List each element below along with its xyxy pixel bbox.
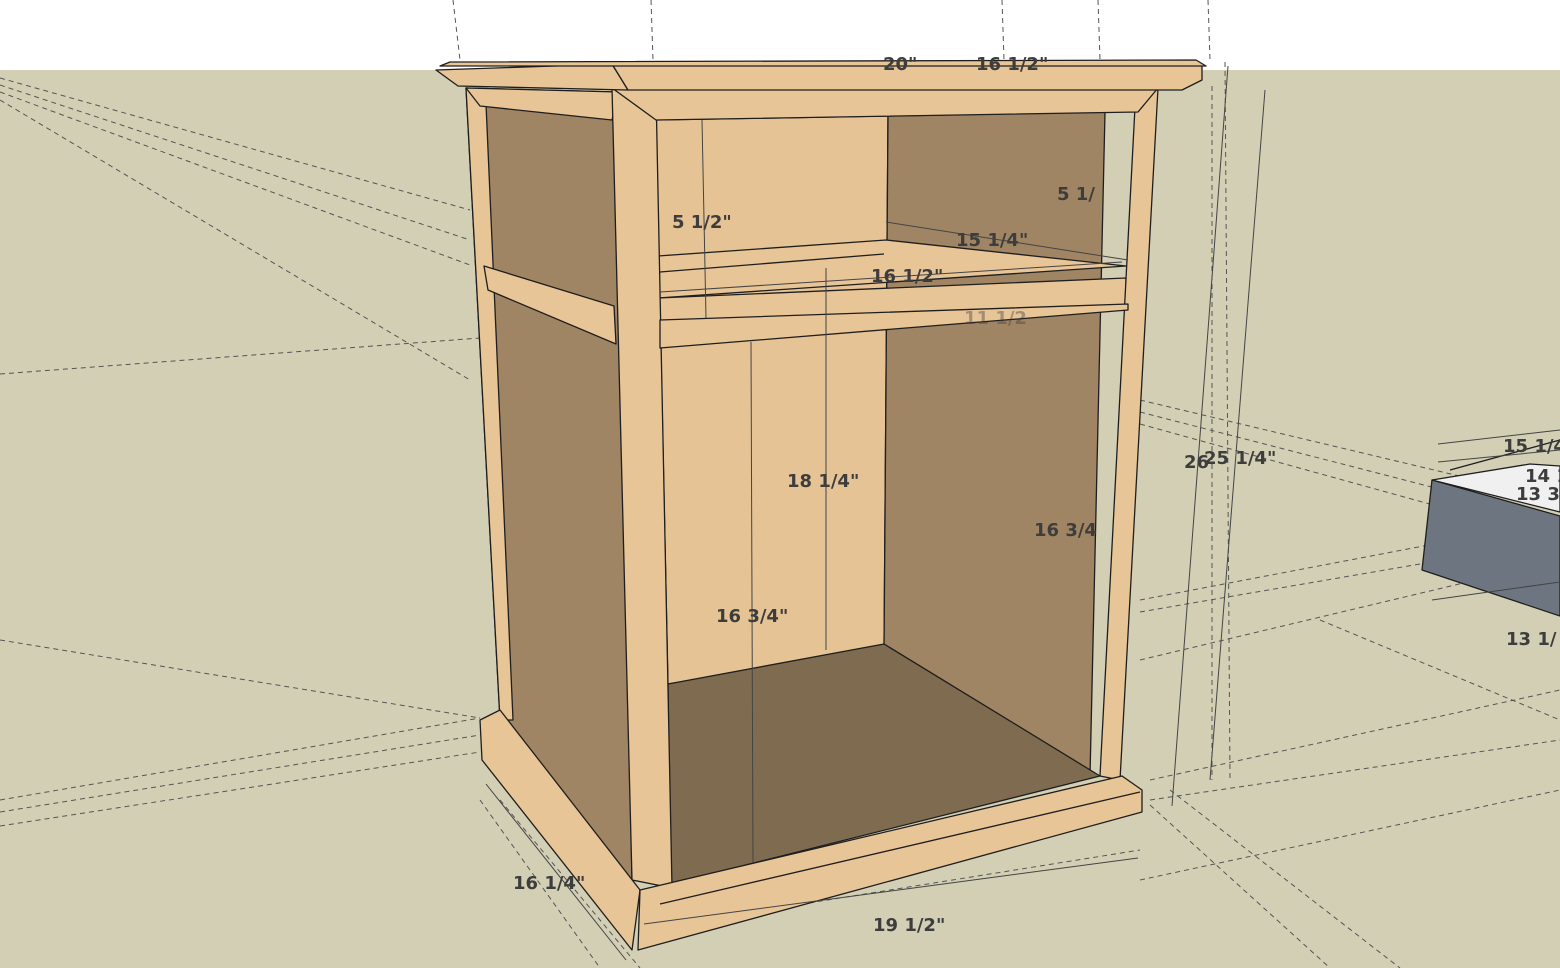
- dim-back-height: 18 1/4": [787, 471, 859, 492]
- sky: [0, 0, 1560, 70]
- dim-case-height: 25 1/4": [1204, 448, 1276, 469]
- dim-shelf-partial: 11 1/2: [964, 308, 1027, 329]
- dim-top-width: 20": [883, 54, 917, 75]
- back-panel: [655, 115, 889, 685]
- dim-drawer-front-width: 13 1/: [1506, 629, 1557, 650]
- dim-base-width: 19 1/2": [873, 915, 945, 936]
- dim-upper-opening-right: 5 1/: [1057, 184, 1095, 205]
- sketchup-viewport: 20" 16 1/2" 5 1/2" 5 1/ 15 1/4" 16 1/2" …: [0, 0, 1560, 968]
- dim-lower-opening: 16 3/4": [716, 606, 788, 627]
- dim-shelf-depth: 15 1/4": [956, 230, 1028, 251]
- dim-drawer-outer-depth: 15 1/4: [1503, 436, 1560, 457]
- dim-top-depth: 16 1/2": [976, 54, 1048, 75]
- dim-shelf-width: 16 1/2": [871, 266, 943, 287]
- dim-upper-opening: 5 1/2": [672, 212, 732, 233]
- dim-base-depth: 16 1/4": [513, 873, 585, 894]
- dim-lower-opening-right: 16 3/4: [1034, 520, 1097, 541]
- dim-drawer-inner-depth-2: 13 3/: [1516, 484, 1560, 505]
